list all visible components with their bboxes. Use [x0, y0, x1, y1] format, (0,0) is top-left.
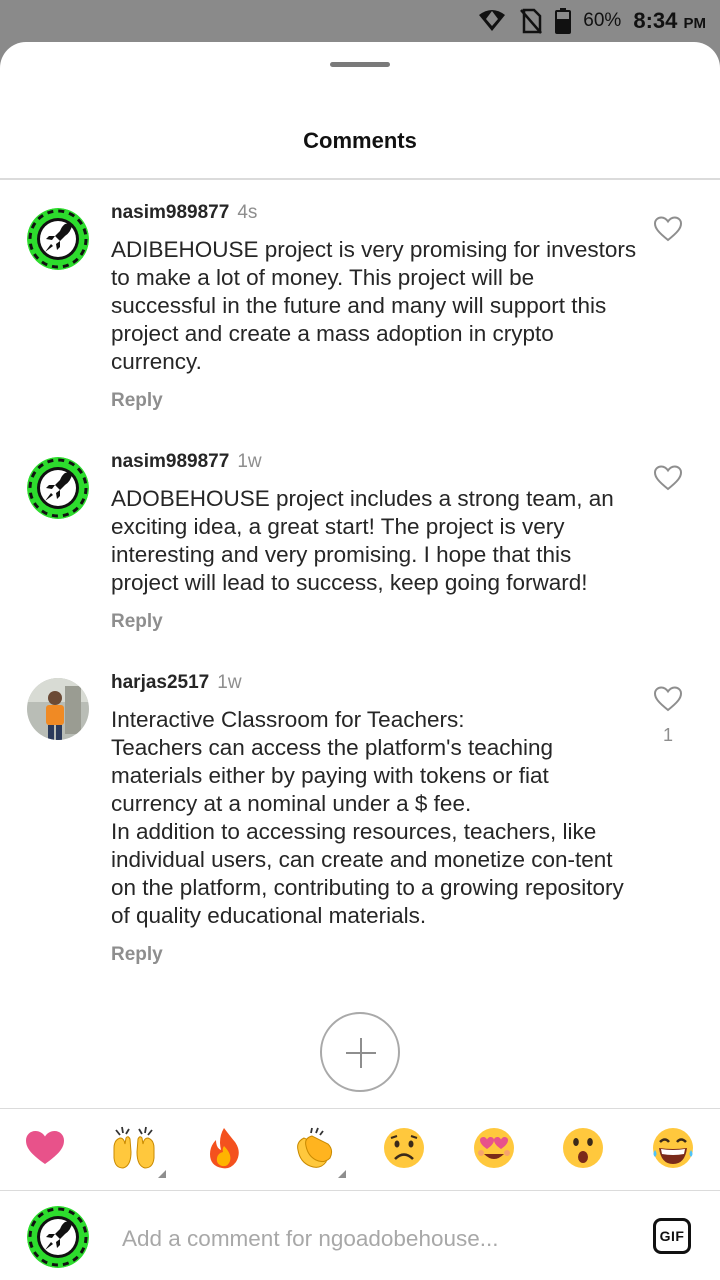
- comment-timestamp: 1w: [237, 451, 262, 472]
- current-user-avatar: [27, 1206, 89, 1268]
- comment-text: ADIBEHOUSE project is very promising for…: [111, 237, 637, 374]
- no-sim-icon: [519, 8, 543, 34]
- fire-emoji-icon[interactable]: [202, 1126, 246, 1170]
- comment-timestamp: 4s: [237, 202, 258, 223]
- battery-percentage: 60%: [583, 10, 622, 31]
- comment-username[interactable]: nasim989877: [111, 451, 229, 472]
- comment-body: harjas2517 1w Interactive Classroom for T…: [111, 672, 641, 966]
- composer-divider: [0, 1190, 720, 1191]
- like-button[interactable]: [653, 465, 683, 496]
- heart-eyes-face-emoji-icon[interactable]: [472, 1126, 516, 1170]
- title-divider: [0, 178, 720, 180]
- status-bar: 60% 8:34 PM: [0, 0, 720, 42]
- comments-sheet: Comments nasim989877 4s ADIBEHOUSE projec…: [0, 42, 720, 1280]
- add-more-button[interactable]: [320, 1012, 400, 1092]
- reply-button[interactable]: Reply: [111, 390, 641, 412]
- skin-tone-indicator: [158, 1170, 166, 1178]
- emoji-bar: [0, 1126, 720, 1178]
- laughing-face-emoji-icon[interactable]: [651, 1126, 695, 1170]
- wifi-icon: [477, 9, 507, 33]
- comment-body: nasim989877 1w ADOBEHOUSE project include…: [111, 451, 641, 633]
- raised-hands-emoji-icon[interactable]: [112, 1126, 166, 1178]
- clapping-hands-emoji-icon[interactable]: [292, 1126, 346, 1178]
- clock-time: 8:34: [633, 8, 678, 33]
- rocket-logo-avatar[interactable]: [27, 457, 89, 519]
- sheet-title: Comments: [303, 128, 417, 153]
- clock-suffix: PM: [683, 15, 707, 32]
- like-button[interactable]: 1: [653, 686, 683, 746]
- emoji-divider: [0, 1108, 720, 1109]
- comment-meta: harjas2517 1w: [111, 672, 641, 694]
- drag-handle[interactable]: [330, 62, 390, 67]
- comment-body: nasim989877 4s ADIBEHOUSE project is very…: [111, 202, 641, 412]
- status-icons: 60% 8:34 PM: [477, 6, 706, 36]
- person-photo-avatar[interactable]: [27, 678, 89, 740]
- comment-meta: nasim989877 1w: [111, 451, 641, 473]
- reply-button[interactable]: Reply: [111, 944, 641, 966]
- like-button[interactable]: [653, 216, 683, 247]
- battery-icon: [555, 8, 572, 34]
- surprised-face-emoji-icon[interactable]: [561, 1126, 605, 1170]
- comment-input[interactable]: [122, 1222, 632, 1256]
- skin-tone-indicator: [338, 1170, 346, 1178]
- heart-outline-icon: [653, 686, 683, 712]
- comment-timestamp: 1w: [217, 672, 242, 693]
- frowning-face-emoji-icon[interactable]: [382, 1126, 426, 1170]
- heart-emoji-icon[interactable]: [23, 1126, 67, 1170]
- heart-outline-icon: [653, 465, 683, 491]
- comment-username[interactable]: nasim989877: [111, 202, 229, 223]
- comment-composer: GIF: [0, 1192, 720, 1280]
- heart-outline-icon: [653, 216, 683, 242]
- comment-text: Interactive Classroom for Teachers: Teac…: [111, 707, 624, 928]
- comment-text: ADOBEHOUSE project includes a strong tea…: [111, 486, 614, 595]
- comment-meta: nasim989877 4s: [111, 202, 641, 224]
- clock: 8:34 PM: [633, 8, 706, 34]
- comment-username[interactable]: harjas2517: [111, 672, 209, 693]
- reply-button[interactable]: Reply: [111, 611, 641, 633]
- rocket-logo-avatar[interactable]: [27, 208, 89, 270]
- like-count: 1: [662, 725, 673, 745]
- gif-button[interactable]: GIF: [653, 1218, 691, 1254]
